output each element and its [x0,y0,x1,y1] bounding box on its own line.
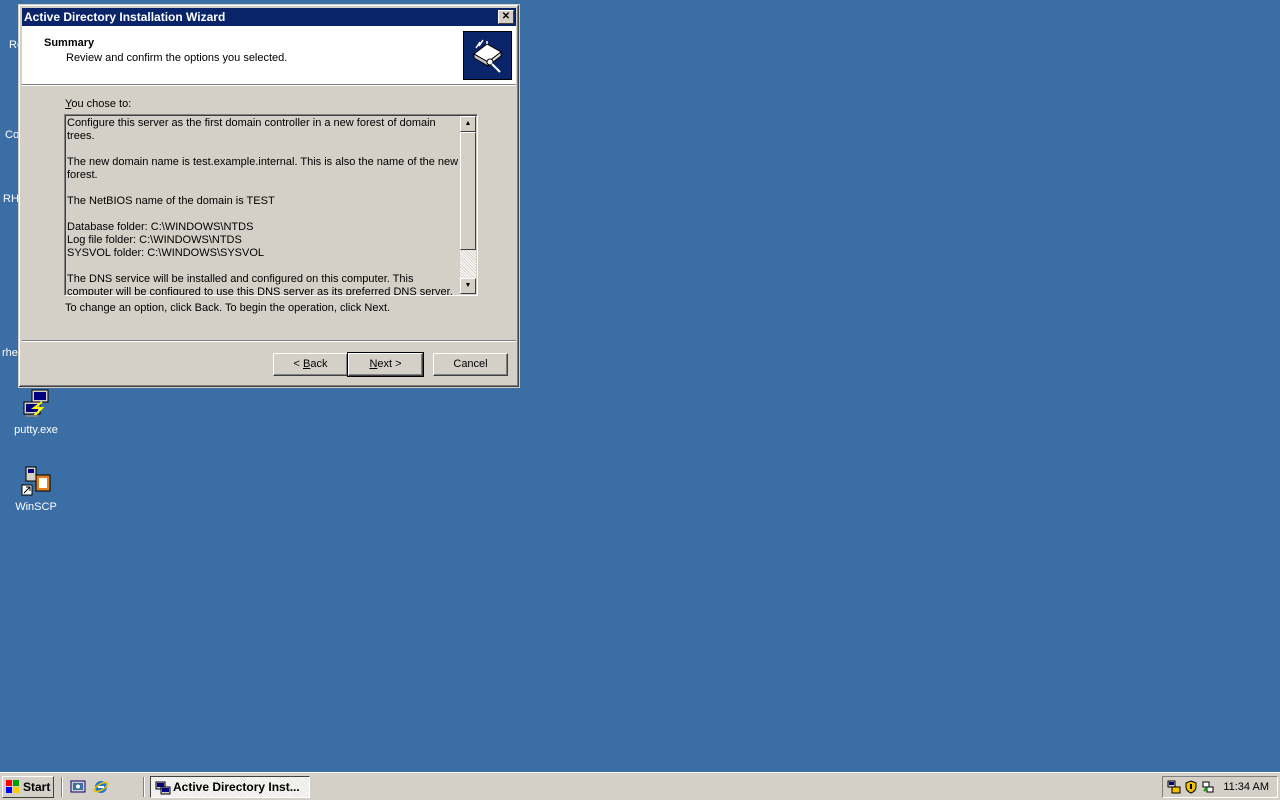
internet-explorer-icon[interactable] [93,779,109,795]
summary-textbox[interactable]: Configure this server as the first domai… [64,114,478,296]
window-title: Active Directory Installation Wizard [24,10,226,24]
page-subtitle: Review and confirm the options you selec… [66,52,288,64]
you-chose-label: You chose to: [65,98,132,110]
next-button[interactable]: Next > [347,352,424,377]
network-tray-icon[interactable] [1167,780,1181,794]
desktop-icon-label: WinSCP [15,501,57,513]
cancel-button[interactable]: Cancel [433,353,508,376]
page-title: Summary [44,37,95,49]
system-tray: 11:34 AM [1162,776,1278,798]
desktop-partial-label[interactable]: rhe [2,347,18,359]
desktop: Re Co RHI rhe putty.exe WinSCP Active Di… [0,0,1280,772]
summary-text: Configure this server as the first domai… [67,117,459,296]
taskbar-window-label: Active Directory Inst... [173,780,300,794]
scroll-down-icon: ▼ [464,282,472,289]
taskbar: Start Active Directory Inst... 11:34 AM [0,772,1280,800]
scroll-down-button[interactable]: ▼ [460,278,476,294]
window-titlebar[interactable]: Active Directory Installation Wizard ✕ [22,8,516,26]
show-desktop-icon[interactable] [70,779,86,795]
vertical-scrollbar[interactable]: ▲ ▼ [460,116,476,294]
ad-install-wizard-window: Active Directory Installation Wizard ✕ S… [18,4,520,388]
desktop-icon-winscp[interactable]: WinSCP [0,465,72,513]
instruction-text: To change an option, click Back. To begi… [65,302,391,314]
taskbar-divider [61,777,63,797]
windows-logo-icon [6,780,19,793]
back-button[interactable]: < Back [273,353,348,376]
desktop-icon-putty[interactable]: putty.exe [0,388,72,436]
taskbar-window-button[interactable]: Active Directory Inst... [150,776,310,798]
connection-tray-icon[interactable] [1201,780,1215,794]
taskbar-divider [143,777,145,797]
clock[interactable]: 11:34 AM [1223,777,1269,797]
scroll-up-icon: ▲ [464,120,472,127]
start-button[interactable]: Start [2,776,54,798]
security-shield-icon[interactable] [1184,780,1198,794]
scroll-thumb[interactable] [460,132,476,250]
desktop-icon-label: putty.exe [14,424,58,436]
ad-wizard-icon [155,781,171,795]
winscp-icon [20,465,52,497]
scroll-up-button[interactable]: ▲ [460,116,476,132]
wizard-book-icon [463,31,512,80]
close-icon: ✕ [501,11,511,22]
button-separator [22,340,516,342]
close-button[interactable]: ✕ [498,10,514,24]
putty-icon [20,388,52,420]
wizard-header: Summary Review and confirm the options y… [22,26,516,85]
desktop-partial-label[interactable]: Co [5,129,19,141]
start-label: Start [23,780,51,794]
